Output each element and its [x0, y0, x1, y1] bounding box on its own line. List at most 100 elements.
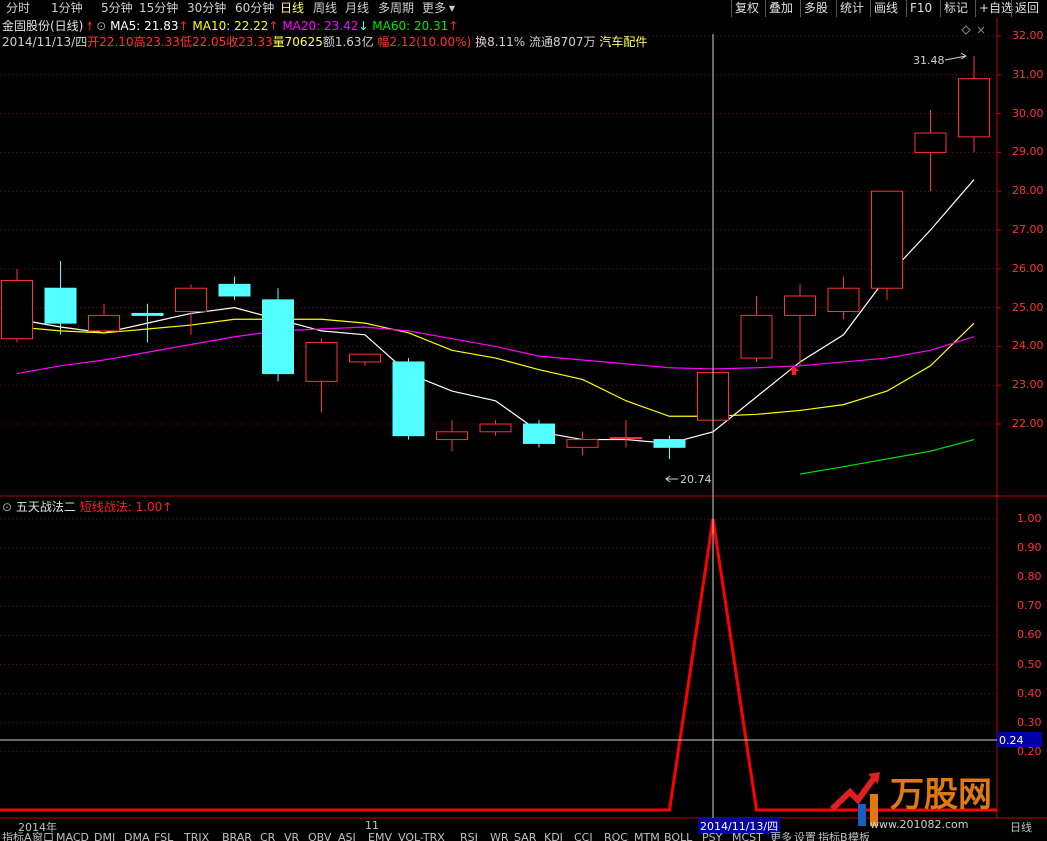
candle — [262, 288, 294, 382]
candle-body — [305, 342, 338, 382]
tab-5min[interactable]: 5分钟 — [101, 0, 133, 17]
tab-multi-period[interactable]: 多周期 — [378, 0, 414, 17]
candle — [827, 276, 860, 320]
quote-high: 高23.33 — [133, 35, 180, 49]
indicator-tab[interactable]: MTM — [634, 832, 660, 841]
quote-close: 收23.33 — [226, 35, 273, 49]
quote-change: 幅2.12(10.00%) — [377, 35, 472, 49]
back-button[interactable]: 返回 — [1011, 0, 1039, 17]
indicator-tick-label: 0.50 — [1017, 657, 1042, 671]
tab-30min[interactable]: 30分钟 — [187, 0, 226, 17]
window-diamond-icon[interactable] — [961, 25, 971, 35]
tab-daily[interactable]: 日线 — [280, 0, 304, 17]
ma10-line — [16, 318, 975, 417]
indicator-tab[interactable]: MCST — [732, 832, 763, 841]
indicator-tab[interactable]: BOLL — [664, 832, 692, 841]
tab-weekly[interactable]: 周线 — [313, 0, 337, 17]
indicator-tab[interactable]: VR — [284, 832, 299, 841]
indicator-tab[interactable]: FSL — [154, 832, 173, 841]
low-price-label: 20.74 — [680, 473, 712, 486]
settings-circle-icon[interactable]: ⊙ — [96, 19, 106, 33]
mark-button[interactable]: 标记 — [940, 0, 968, 17]
tab-monthly[interactable]: 月线 — [345, 0, 369, 17]
indicator-tab[interactable]: CR — [260, 832, 275, 841]
candle — [740, 295, 773, 362]
price-tick-label: 27.00 — [1012, 223, 1044, 237]
draw-line-button[interactable]: 画线 — [870, 0, 898, 17]
candle — [436, 420, 468, 452]
logo-brand-text: 万股网 — [890, 775, 992, 815]
overlay-button[interactable]: 叠加 — [765, 0, 793, 17]
candle — [131, 303, 164, 343]
tab-1min[interactable]: 1分钟 — [51, 0, 83, 17]
candle-body — [392, 361, 425, 437]
indicator-name[interactable]: 五天战法二 — [16, 500, 76, 514]
indicator-value: 短线战法: 1.00 — [79, 500, 163, 514]
ma20-label: MA20: 23.42 — [282, 19, 359, 33]
indicator-tab[interactable]: SAR — [514, 832, 536, 841]
indicator-tab[interactable]: ROC — [604, 832, 628, 841]
candle — [349, 353, 381, 366]
ma60-line — [799, 438, 975, 475]
indicator-tick-label: 0.70 — [1017, 599, 1042, 613]
indicator-tab[interactable]: DMA — [124, 832, 150, 841]
price-tick-label: 25.00 — [1012, 300, 1044, 314]
price-tick-label: 26.00 — [1012, 261, 1044, 275]
indicator-tab[interactable]: VOL-TRX — [398, 832, 445, 841]
price-tick-label: 30.00 — [1012, 106, 1044, 120]
candle — [88, 303, 120, 335]
indicator-tab[interactable]: PSY — [702, 832, 722, 841]
candle — [479, 420, 512, 436]
indicator-tab[interactable]: WR — [490, 832, 509, 841]
indicator-tab[interactable]: EMV — [368, 832, 392, 841]
indicator-tab[interactable]: DMI — [94, 832, 115, 841]
candle — [871, 190, 903, 300]
candle-body — [740, 314, 773, 359]
quote-sector[interactable]: 汽车配件 — [599, 35, 647, 49]
ma5-label: MA5: 21.83 — [110, 19, 179, 33]
indicator-tick-label: 0.80 — [1017, 570, 1042, 584]
indicator-tab[interactable]: KDJ — [544, 832, 563, 841]
chart-canvas[interactable]: 0.24 31.48 20.74 — [0, 0, 1047, 841]
indicator-settings-icon[interactable]: ⊙ — [2, 500, 12, 514]
indicator-tab[interactable]: RSI — [460, 832, 478, 841]
indicator-tab[interactable]: 设置 — [794, 832, 816, 841]
low-arrow — [665, 475, 678, 483]
indicator-tab[interactable]: 窗口 — [32, 832, 54, 841]
indicator-tab[interactable]: 更多 — [770, 832, 792, 841]
tab-more[interactable]: 更多 — [422, 0, 446, 17]
indicator-tab[interactable]: OBV — [308, 832, 331, 841]
ma10-arrow-icon: ↑ — [268, 19, 279, 33]
indicator-tab[interactable]: MACD — [56, 832, 89, 841]
candle-body — [827, 287, 860, 313]
statistics-button[interactable]: 统计 — [836, 0, 864, 17]
candle — [44, 261, 77, 335]
indicator-tab[interactable]: BRAR — [222, 832, 252, 841]
price-tick-label: 23.00 — [1012, 378, 1044, 392]
tab-15min[interactable]: 15分钟 — [139, 0, 178, 17]
multi-stock-button[interactable]: 多股 — [800, 0, 828, 17]
candle-body — [349, 353, 381, 363]
quote-amount: 额1.63亿 — [322, 35, 374, 49]
tab-fenshi[interactable]: 分时 — [6, 0, 30, 17]
more-dropdown-icon[interactable]: ▾ — [449, 0, 455, 17]
add-watchlist-button[interactable]: +自选 — [975, 0, 1013, 17]
price-tick-label: 22.00 — [1012, 417, 1044, 431]
price-tick-label: 24.00 — [1012, 339, 1044, 353]
indicator-tick-label: 1.00 — [1017, 512, 1042, 525]
indicator-tab[interactable]: TRIX — [184, 832, 209, 841]
f10-button[interactable]: F10 — [906, 0, 932, 17]
window-minimize-icon[interactable] — [977, 26, 985, 34]
fuquan-button[interactable]: 复权 — [731, 0, 759, 17]
candle-body — [610, 437, 642, 440]
candle-body — [44, 287, 77, 324]
ma10-label: MA10: 22.22 — [192, 19, 269, 33]
candle — [914, 109, 947, 192]
indicator-tab[interactable]: 指标A — [2, 832, 32, 841]
tab-60min[interactable]: 60分钟 — [235, 0, 274, 17]
indicator-tab[interactable]: ASI — [338, 832, 356, 841]
price-tick-label: 29.00 — [1012, 145, 1044, 159]
up-arrow-icon: 🠕 — [87, 19, 93, 33]
high-arrow — [944, 52, 967, 61]
indicator-tab[interactable]: CCI — [574, 832, 593, 841]
